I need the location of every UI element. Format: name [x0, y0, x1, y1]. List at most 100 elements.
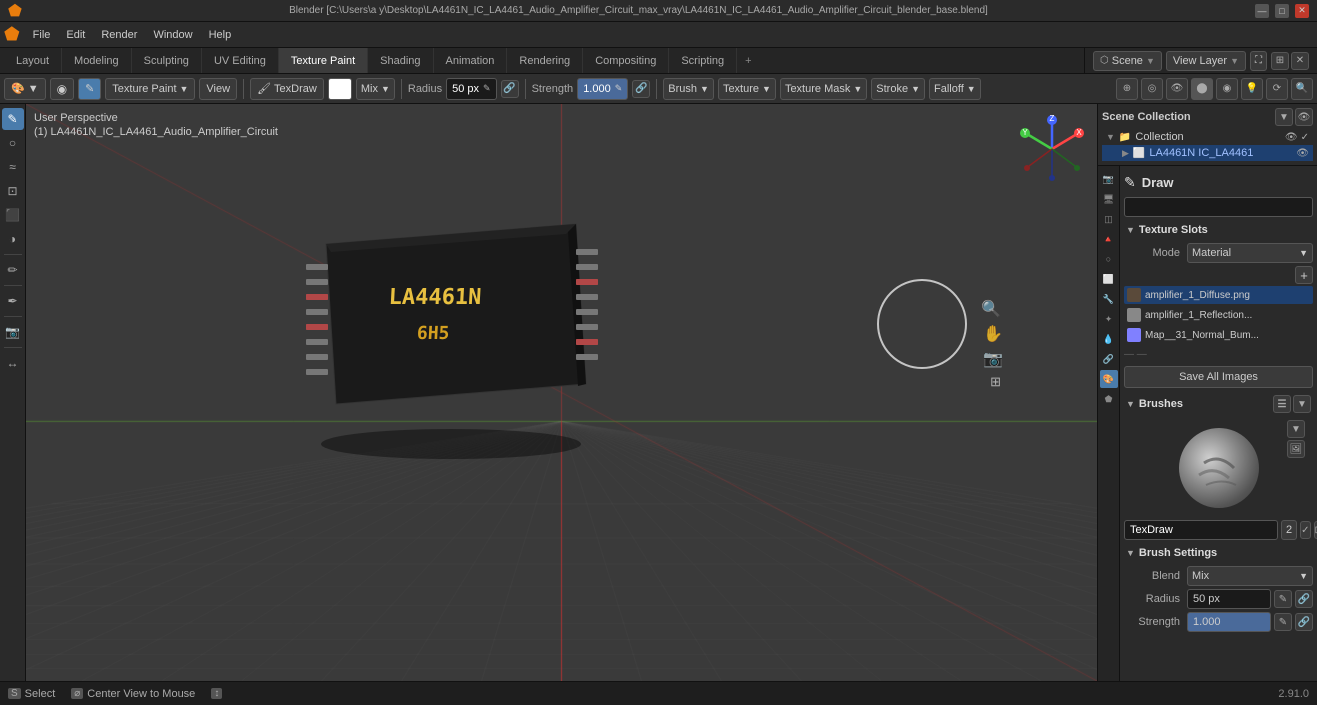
brush-expand-icon[interactable]: ▼ — [1293, 395, 1311, 413]
window-controls[interactable]: — □ ✕ — [1255, 4, 1309, 18]
tab-layout[interactable]: Layout — [4, 48, 62, 73]
shading-material-icon[interactable]: ◉ — [1216, 78, 1238, 100]
prop-output-icon[interactable]: 🖥 — [1100, 190, 1118, 208]
strength-value[interactable]: 1.000 ✎ — [577, 78, 628, 100]
color-picker-tool[interactable]: ✒ — [2, 290, 24, 312]
maximize-btn[interactable]: □ — [1275, 4, 1289, 18]
stroke-btn[interactable]: Stroke ▼ — [871, 78, 925, 100]
tab-shading[interactable]: Shading — [368, 48, 433, 73]
texture-slot-0[interactable]: amplifier_1_Diffuse.png — [1124, 286, 1313, 304]
filter-icon[interactable]: ▼ — [1275, 108, 1293, 126]
brush-copy-icon[interactable]: ⊡ — [1314, 521, 1317, 539]
minimize-btn[interactable]: — — [1255, 4, 1269, 18]
scene-selector[interactable]: ⬡ Scene ▼ — [1093, 51, 1162, 71]
color-swatch[interactable] — [328, 78, 352, 100]
menu-file[interactable]: File — [26, 27, 58, 43]
object-item[interactable]: ▶ ⬜ LA4461N IC_LA4461 👁 — [1102, 145, 1313, 161]
shading-solid-icon[interactable]: ⬤ — [1191, 78, 1213, 100]
draw-tool-btn[interactable]: ✎ — [78, 78, 101, 100]
radius-prop-val[interactable]: 50 px — [1187, 589, 1271, 609]
prop-world-icon[interactable]: ○ — [1100, 250, 1118, 268]
camera-icon[interactable]: 📷 — [2, 321, 24, 343]
texture-mode-dropdown[interactable]: Material ▼ — [1187, 243, 1313, 263]
prop-render-icon[interactable]: 📷 — [1100, 170, 1118, 188]
delete-layout-btn[interactable]: ✕ — [1291, 52, 1309, 70]
outliner-eye-icon[interactable]: 👁 — [1295, 108, 1313, 126]
tab-animation[interactable]: Animation — [434, 48, 508, 73]
view-btn[interactable]: View — [199, 78, 237, 100]
add-workspace-btn[interactable]: + — [737, 48, 759, 73]
blend-dropdown[interactable]: Mix ▼ — [356, 78, 395, 100]
radius-prop-lock-icon[interactable]: 🔗 — [1295, 590, 1313, 608]
copy-layout-btn[interactable]: ⊞ — [1271, 52, 1289, 70]
prop-material-icon[interactable]: ⬟ — [1100, 390, 1118, 408]
tab-sculpting[interactable]: Sculpting — [132, 48, 202, 73]
shading-eevee-icon[interactable]: ⟳ — [1266, 78, 1288, 100]
draw-tool[interactable]: ✎ — [2, 108, 24, 130]
menu-window[interactable]: Window — [146, 27, 199, 43]
prop-scene-icon[interactable]: 🔺 — [1100, 230, 1118, 248]
prop-view-layer-icon[interactable]: ◫ — [1100, 210, 1118, 228]
clone-tool[interactable]: ⊡ — [2, 180, 24, 202]
brush-save-icon[interactable]: ✓ — [1300, 521, 1310, 539]
brush-name-input[interactable] — [1124, 520, 1278, 540]
prop-data-icon[interactable]: 🎨 — [1100, 370, 1118, 388]
tab-scripting[interactable]: Scripting — [669, 48, 737, 73]
menu-render[interactable]: Render — [94, 27, 144, 43]
search-icon[interactable]: 🔍 — [1291, 78, 1313, 100]
soften-tool[interactable]: ○ — [2, 132, 24, 154]
view-layer-selector[interactable]: View Layer ▼ — [1166, 51, 1246, 71]
overlay-icon[interactable]: ◎ — [1141, 78, 1163, 100]
prop-modifier-icon[interactable]: 🔧 — [1100, 290, 1118, 308]
brush-options-btn[interactable]: Brush ▼ — [663, 78, 714, 100]
window-options[interactable]: ⛶ — [1250, 51, 1267, 71]
mask-tool[interactable]: ◑ — [2, 228, 24, 250]
tab-uv-editing[interactable]: UV Editing — [202, 48, 279, 73]
annotate-tool[interactable]: ✏ — [2, 259, 24, 281]
brush-preview-image-icon[interactable]: 🖼 — [1287, 440, 1305, 458]
tab-modeling[interactable]: Modeling — [62, 48, 132, 73]
fill-tool[interactable]: ⬛ — [2, 204, 24, 226]
brushes-header[interactable]: ▼ Brushes ☰ ▼ — [1124, 392, 1313, 416]
prop-constraints-icon[interactable]: 🔗 — [1100, 350, 1118, 368]
save-all-images-btn[interactable]: Save All Images — [1124, 366, 1313, 388]
radius-lock-icon[interactable]: 🔗 — [501, 80, 519, 98]
prop-physics-icon[interactable]: 💧 — [1100, 330, 1118, 348]
prop-particles-icon[interactable]: ✦ — [1100, 310, 1118, 328]
texture-slot-1[interactable]: amplifier_1_Reflection... — [1124, 306, 1313, 324]
brush-preview-expand-icon[interactable]: ▼ — [1287, 420, 1305, 438]
show-hide-icon[interactable]: 👁 — [1166, 78, 1188, 100]
strength-prop-lock-icon[interactable]: 🔗 — [1295, 613, 1313, 631]
smear-tool[interactable]: ≈ — [2, 156, 24, 178]
menu-help[interactable]: Help — [202, 27, 239, 43]
viewport-gizmo[interactable]: Z X Y — [1017, 114, 1087, 187]
strength-prop-val[interactable]: 1.000 — [1187, 612, 1271, 632]
mode-selector[interactable]: Texture Paint ▼ — [105, 78, 195, 100]
viewport-overlay-btn[interactable]: ◉ — [50, 78, 74, 100]
texture-slots-header[interactable]: ▼ Texture Slots — [1124, 221, 1313, 239]
3d-viewport[interactable]: User Perspective (1) LA4461N_IC_LA4461_A… — [26, 104, 1097, 681]
editor-type-btn[interactable]: 🎨 ▼ — [4, 78, 46, 100]
brush-selector[interactable]: 🖌 TexDraw — [250, 78, 324, 100]
texture-btn[interactable]: Texture ▼ — [718, 78, 776, 100]
radius-prop-edit-icon[interactable]: ✎ — [1274, 590, 1292, 608]
strength-prop-edit-icon[interactable]: ✎ — [1274, 613, 1292, 631]
close-btn[interactable]: ✕ — [1295, 4, 1309, 18]
radius-value[interactable]: 50 px ✎ — [446, 78, 496, 100]
measure-tool[interactable]: ↔ — [2, 352, 24, 374]
tab-rendering[interactable]: Rendering — [507, 48, 583, 73]
blend-prop-dropdown[interactable]: Mix ▼ — [1187, 566, 1313, 586]
brush-settings-header[interactable]: ▼ Brush Settings — [1124, 544, 1313, 562]
texture-slot-2[interactable]: Map__31_Normal_Bum... — [1124, 326, 1313, 344]
falloff-btn[interactable]: Falloff ▼ — [929, 78, 981, 100]
tab-texture-paint[interactable]: Texture Paint — [279, 48, 368, 73]
add-texture-slot-btn[interactable]: + — [1295, 266, 1313, 284]
shading-rendered-icon[interactable]: 💡 — [1241, 78, 1263, 100]
strength-lock-icon[interactable]: 🔗 — [632, 80, 650, 98]
prop-object-icon[interactable]: ⬜ — [1100, 270, 1118, 288]
menu-edit[interactable]: Edit — [59, 27, 92, 43]
brush-list-icon[interactable]: ☰ — [1273, 395, 1291, 413]
viewport-gizmo-icon[interactable]: ⊕ — [1116, 78, 1138, 100]
brush-search-input[interactable] — [1124, 197, 1313, 217]
texture-mask-btn[interactable]: Texture Mask ▼ — [780, 78, 867, 100]
